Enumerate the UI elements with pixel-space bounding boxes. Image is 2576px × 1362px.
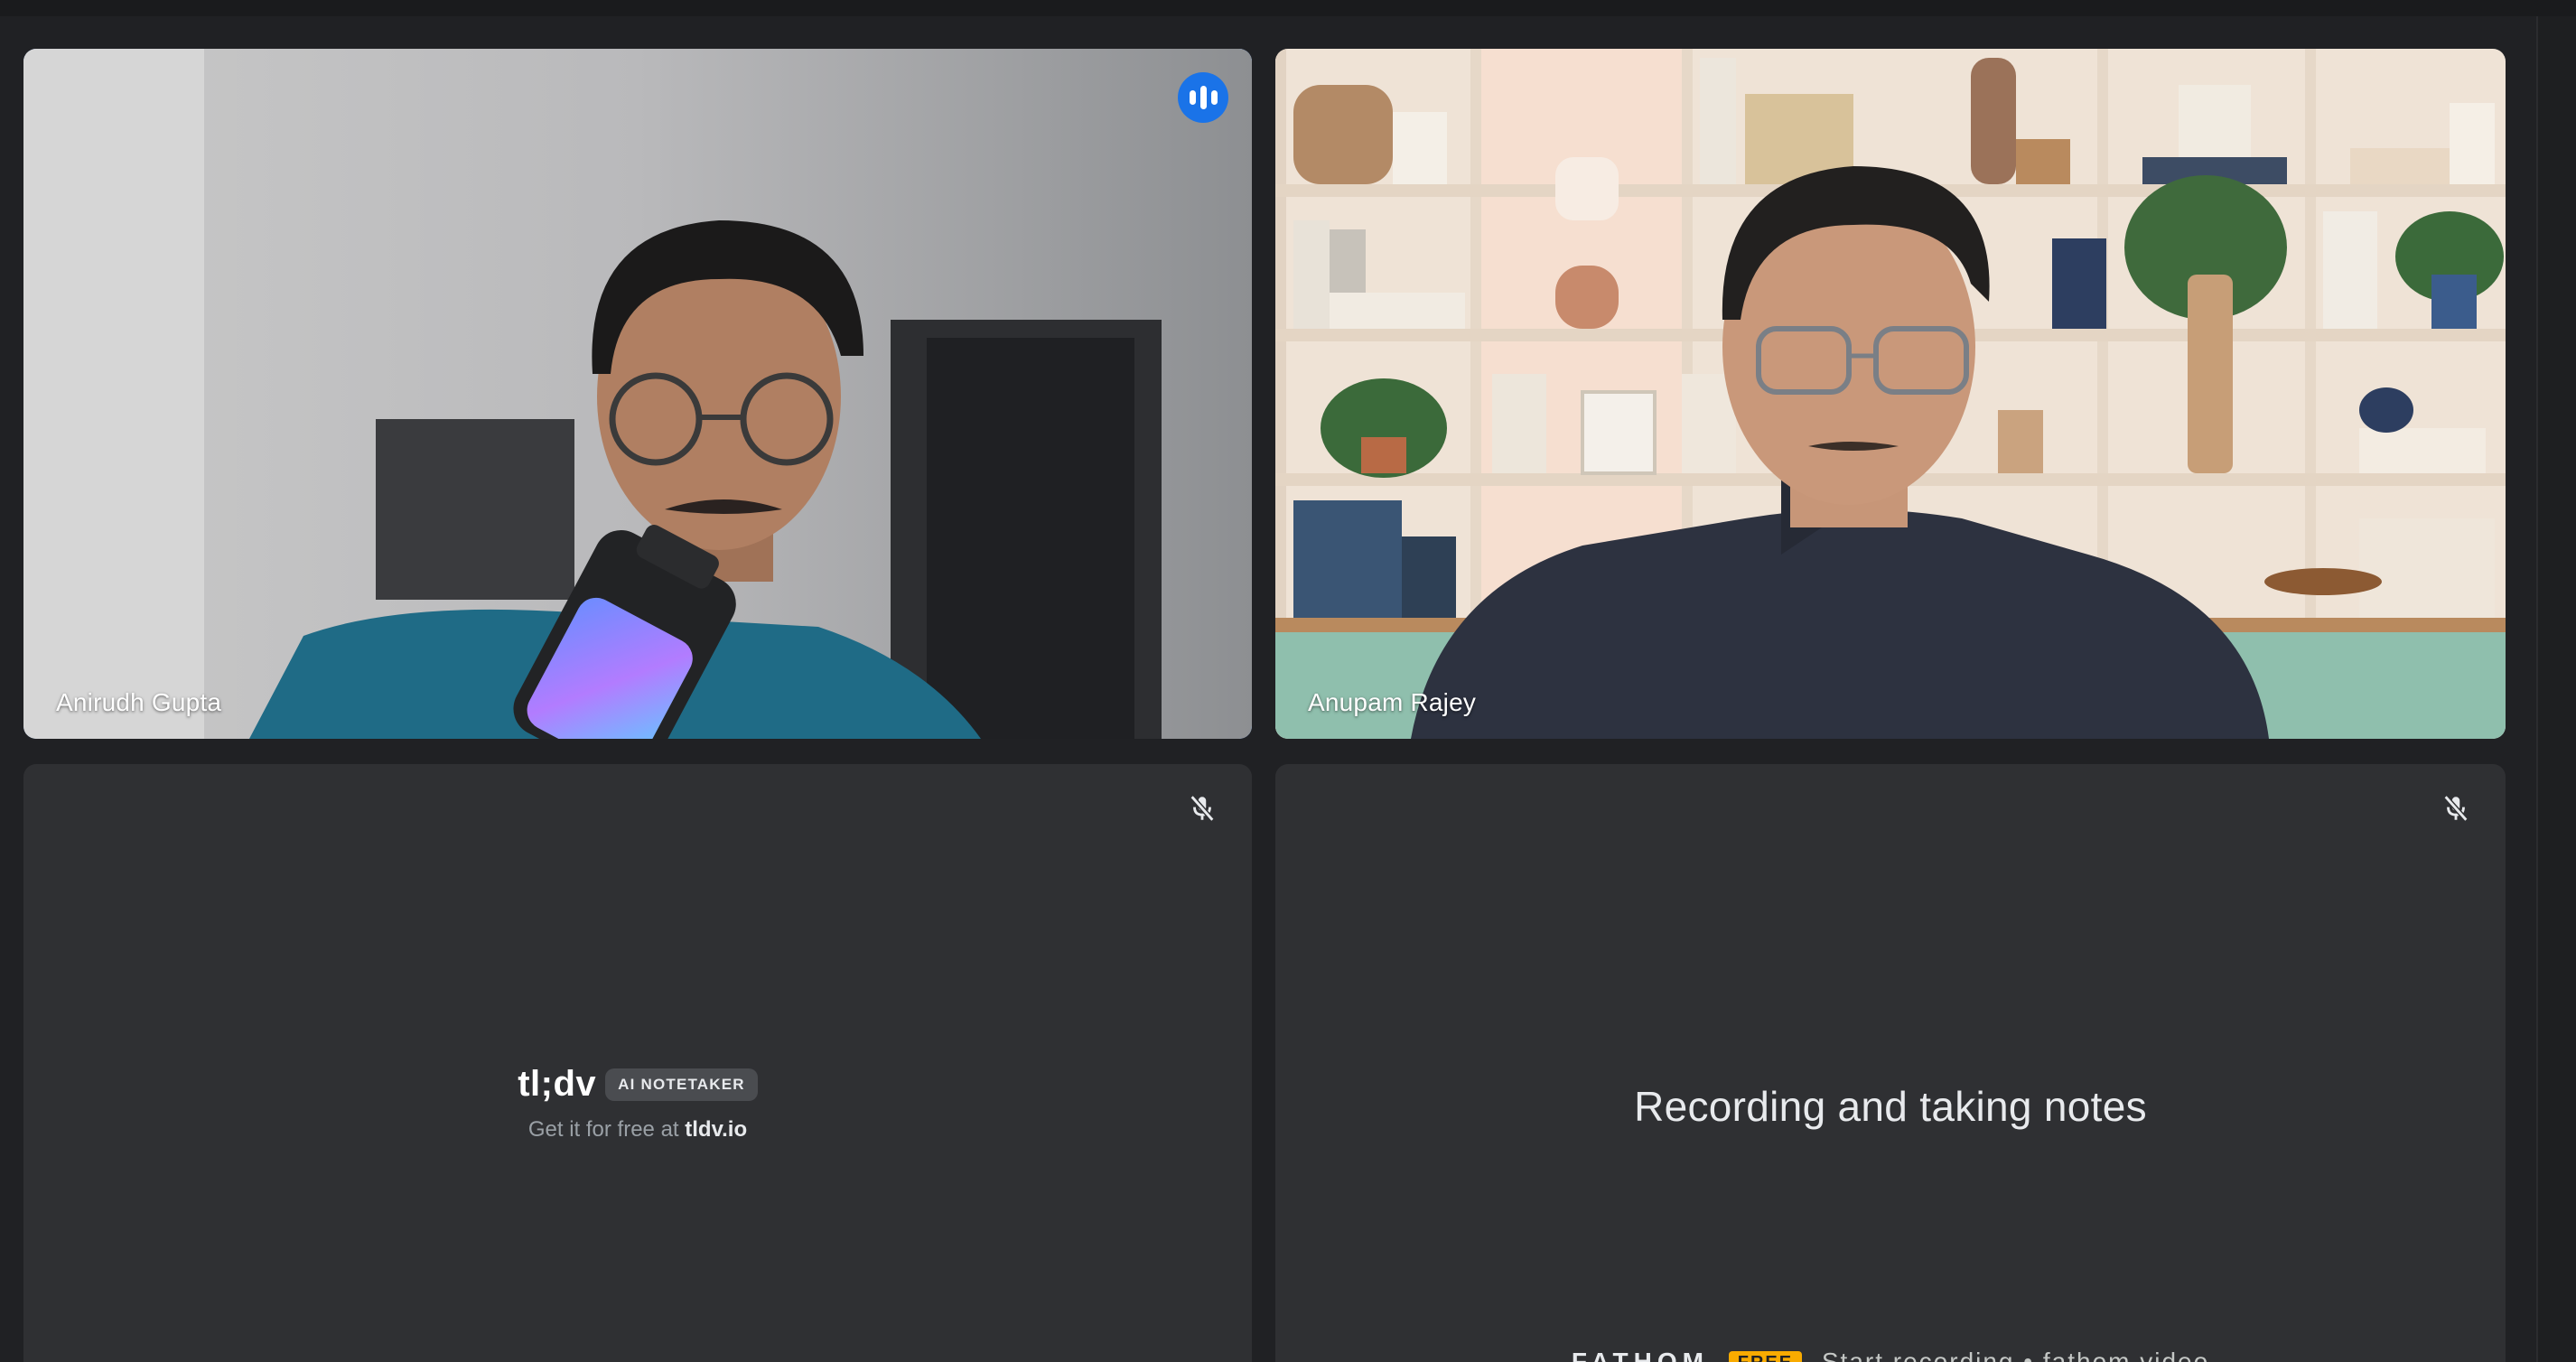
participant-name: Anirudh Gupta	[56, 688, 222, 716]
fathom-logo: FATHOM	[1571, 1348, 1709, 1362]
participant-tile-anirudh[interactable]: Anirudh Gupta	[23, 49, 1252, 739]
meeting-stage: Anirudh Gupta Anupam Rajey tl;dv AI NOTE…	[0, 0, 2576, 1362]
free-badge: FREE	[1728, 1351, 1803, 1362]
tldv-tagline: Get it for free at tldv.io	[23, 1117, 1252, 1143]
tldv-logo: tl;dv	[518, 1064, 597, 1104]
speaking-indicator-icon	[1178, 72, 1228, 123]
participant-video	[1275, 49, 2506, 739]
mic-off-icon	[1185, 791, 1219, 826]
tldv-link[interactable]: tldv.io	[685, 1117, 747, 1142]
notetaker-tile-recording[interactable]: Recording and taking notes FATHOM FREE S…	[1275, 764, 2506, 1362]
participant-tile-anupam[interactable]: Anupam Rajey	[1275, 49, 2506, 739]
mic-off-icon	[2439, 791, 2473, 826]
fathom-footer-text: Start recording • fathom.video	[1821, 1348, 2210, 1362]
tldv-branding: tl;dv AI NOTETAKER Get it for free at tl…	[23, 1064, 1252, 1143]
fathom-footer: FATHOM FREE Start recording • fathom.vid…	[1275, 1348, 2506, 1362]
notetaker-tile-tldv[interactable]: tl;dv AI NOTETAKER Get it for free at tl…	[23, 764, 1252, 1362]
participant-name: Anupam Rajey	[1308, 688, 1477, 716]
participant-video	[23, 49, 1252, 739]
side-rail	[2536, 16, 2576, 1362]
tldv-tagline-text: Get it for free at	[527, 1117, 686, 1142]
recording-status-text: Recording and taking notes	[1634, 1083, 2147, 1130]
top-bar	[0, 0, 2576, 16]
ai-notetaker-chip: AI NOTETAKER	[605, 1068, 758, 1101]
